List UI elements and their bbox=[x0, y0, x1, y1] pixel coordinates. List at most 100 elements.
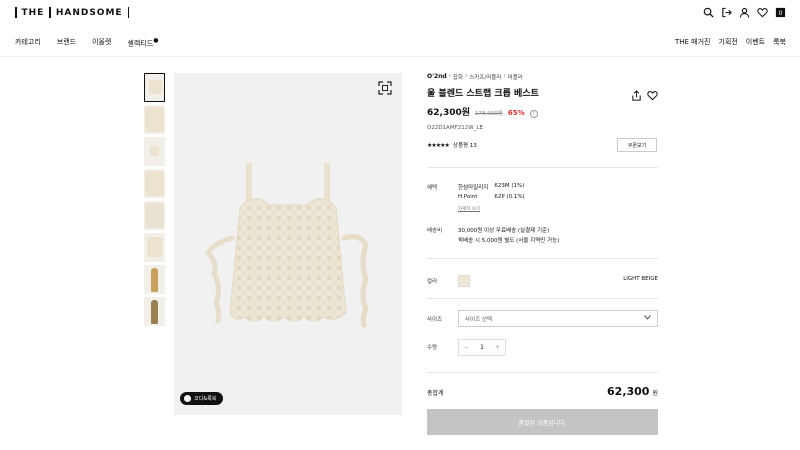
thumbnail-list bbox=[144, 73, 165, 326]
brand-logo[interactable]: THE HANDSOME bbox=[15, 7, 130, 18]
benefit-value: 62P (0.1%) bbox=[494, 194, 525, 200]
total-label: 총합계 bbox=[427, 390, 444, 397]
thumbnail[interactable] bbox=[144, 265, 165, 294]
quantity-value[interactable]: 1 bbox=[480, 344, 484, 351]
menu-selected-label: 셀렉티드 bbox=[127, 39, 154, 48]
soldout-button[interactable]: 품절된 상품입니다. bbox=[427, 409, 658, 435]
price-block: 62,300원 178,000원 65% ? bbox=[427, 105, 538, 118]
new-dot: ● bbox=[153, 37, 159, 44]
header-icons: 0 bbox=[702, 6, 786, 18]
benefit-value: 623M (1%) bbox=[494, 183, 525, 189]
login-icon[interactable] bbox=[720, 6, 732, 18]
thumbnail[interactable] bbox=[144, 297, 165, 326]
breadcrumb-item[interactable]: 잡화 bbox=[453, 73, 463, 81]
divider bbox=[427, 167, 658, 168]
review-link[interactable]: 상품평 13 bbox=[453, 141, 477, 149]
total-amount: 62,300 bbox=[607, 385, 650, 398]
thumbnail-knit bbox=[147, 237, 162, 257]
sale-price: 62,300원 bbox=[427, 108, 471, 118]
thumbnail-knit bbox=[149, 80, 162, 94]
breadcrumb-brand[interactable]: O'2nd bbox=[427, 73, 447, 81]
divider bbox=[427, 372, 658, 373]
discount-rate: 65% bbox=[507, 109, 525, 117]
quantity-label: 수량 bbox=[427, 345, 438, 351]
menu-brand[interactable]: 브랜드 bbox=[57, 37, 76, 48]
logo-bar bbox=[49, 7, 51, 18]
original-price: 178,000원 bbox=[475, 111, 503, 117]
total-price: 62,300 원 bbox=[607, 385, 658, 398]
color-swatch[interactable] bbox=[458, 275, 470, 287]
divider bbox=[427, 298, 658, 299]
info-icon[interactable]: ? bbox=[529, 109, 538, 118]
product-image[interactable] bbox=[174, 73, 402, 415]
coupon-button[interactable]: 쿠폰보기 bbox=[617, 138, 657, 152]
total-unit: 원 bbox=[652, 390, 658, 397]
thumbnail[interactable] bbox=[144, 233, 165, 262]
menu-eolet[interactable]: 이올렛 bbox=[92, 37, 111, 48]
shipping-info: 30,000원 이상 무료배송 (실결제 기준) bbox=[458, 228, 550, 234]
thumbnail[interactable] bbox=[144, 169, 165, 198]
thumbnail[interactable] bbox=[144, 137, 165, 166]
menu-lookbook[interactable]: 룩북 bbox=[773, 37, 786, 47]
thumbnail-knit bbox=[150, 146, 159, 156]
share-icon[interactable] bbox=[631, 86, 642, 101]
quantity-stepper: − 1 + bbox=[458, 339, 506, 356]
menu-selected[interactable]: 셀렉티드● bbox=[127, 37, 158, 48]
size-label: 사이즈 bbox=[427, 317, 443, 323]
thumbnail-knit bbox=[145, 171, 164, 196]
benefits-label: 혜택 bbox=[427, 185, 438, 191]
sub-menu: THE 매거진 기획전 이벤트 룩북 bbox=[675, 37, 786, 47]
product-title: 울 블렌드 스트랩 크롭 베스트 bbox=[427, 89, 539, 99]
cart-icon[interactable]: 0 bbox=[774, 6, 786, 18]
menu-category[interactable]: 카테고리 bbox=[15, 37, 41, 48]
breadcrumb: O'2nd › 잡화 › 스카프/머플러 › 머플러 bbox=[427, 73, 523, 81]
benefits-table: 한섬마일리지 623M (1%) H.Point 62P (0.1%) bbox=[458, 183, 525, 200]
user-icon[interactable] bbox=[738, 6, 750, 18]
expand-icon[interactable] bbox=[378, 80, 392, 95]
cart-count: 0 bbox=[778, 9, 782, 16]
search-icon[interactable] bbox=[702, 6, 714, 18]
logo-text-the: THE bbox=[21, 7, 45, 18]
chevron-right-icon: › bbox=[465, 73, 468, 79]
color-label: 컬러 bbox=[427, 279, 438, 285]
heart-icon[interactable] bbox=[756, 6, 768, 18]
logo-bar bbox=[15, 7, 17, 18]
chevron-right-icon: › bbox=[503, 73, 506, 79]
breadcrumb-item[interactable]: 머플러 bbox=[508, 73, 523, 81]
codi-label: 코디&룩북 bbox=[194, 396, 217, 402]
menu-magazine[interactable]: THE 매거진 bbox=[675, 37, 711, 47]
menu-event[interactable]: 이벤트 bbox=[746, 37, 765, 47]
logo-text-handsome: HANDSOME bbox=[55, 7, 123, 18]
benefit-detail-link[interactable]: 자세히 보기 bbox=[458, 206, 480, 212]
plus-button[interactable]: + bbox=[495, 344, 500, 351]
thumbnail[interactable] bbox=[144, 73, 165, 102]
codi-lookbook-button[interactable]: 코디&룩북 bbox=[180, 392, 224, 405]
menu-exhibition[interactable]: 기획전 bbox=[718, 37, 737, 47]
star-rating-icon: ★★★★★ bbox=[427, 141, 450, 149]
lookbook-icon bbox=[184, 395, 191, 402]
thumbnail[interactable] bbox=[144, 201, 165, 230]
benefit-name: H.Point bbox=[458, 194, 478, 200]
thumbnail-model bbox=[151, 268, 158, 292]
shipping-info: 퀵배송 시 5,000원 별도 (서울 지역만 가능) bbox=[458, 238, 560, 244]
rating-row: ★★★★★ 상품평 13 bbox=[427, 141, 477, 150]
size-select[interactable]: 사이즈 선택 bbox=[458, 310, 658, 327]
shipping-label: 배송비 bbox=[427, 228, 443, 234]
knit-vest-illustration bbox=[204, 163, 369, 328]
minus-button[interactable]: − bbox=[464, 344, 469, 351]
breadcrumb-item[interactable]: 스카프/머플러 bbox=[469, 73, 501, 81]
color-name: LIGHT BEIGE bbox=[623, 276, 658, 282]
header-divider bbox=[0, 56, 800, 57]
thumbnail-knit bbox=[145, 107, 164, 132]
thumbnail-model bbox=[151, 300, 158, 324]
logo-bar bbox=[127, 7, 130, 18]
thumbnail[interactable] bbox=[144, 105, 165, 134]
benefit-name: 한섬마일리지 bbox=[458, 185, 489, 191]
chevron-right-icon: › bbox=[448, 73, 451, 79]
product-code: O22D1AMF212W_LE bbox=[427, 125, 483, 131]
size-placeholder: 사이즈 선택 bbox=[465, 316, 493, 323]
thumbnail-knit bbox=[145, 203, 164, 228]
divider bbox=[427, 258, 658, 259]
main-menu: 카테고리 브랜드 이올렛 셀렉티드● bbox=[15, 37, 158, 48]
wishlist-heart-icon[interactable] bbox=[647, 86, 658, 101]
